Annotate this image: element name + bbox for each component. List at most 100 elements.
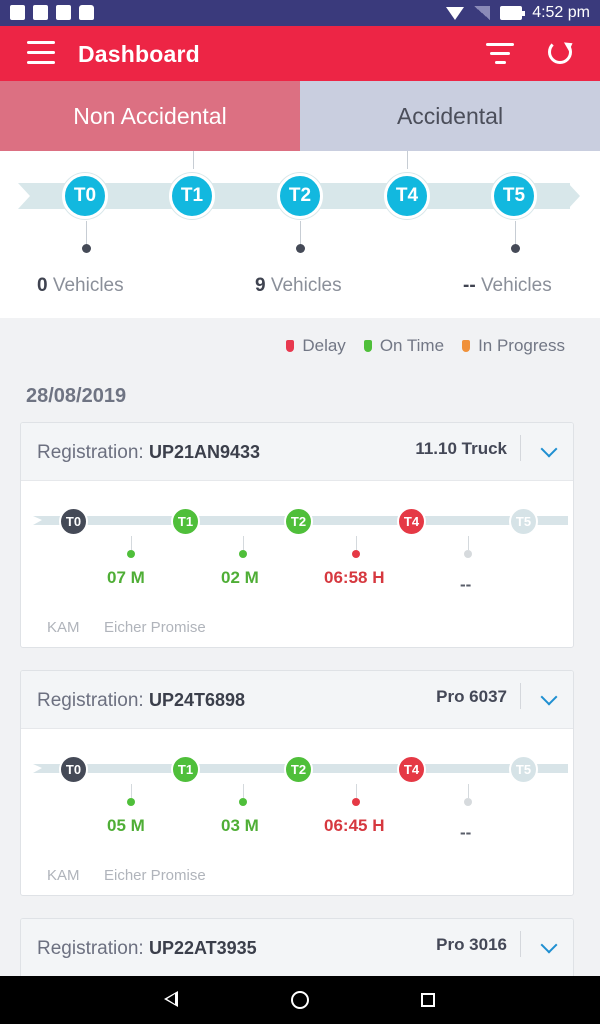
summary-node-t4[interactable]: T4 (384, 173, 430, 219)
registration: Registration: UP21AN9433 (37, 442, 260, 464)
summary-count-label: Vehicles (270, 275, 342, 296)
summary-pin (515, 221, 516, 245)
stage-dot (127, 550, 135, 558)
in-progress-marker-icon (462, 340, 471, 352)
summary-node-t0[interactable]: T0 (62, 173, 108, 219)
summary-count-t5: -- Vehicles (463, 275, 552, 297)
summary-count-value: 9 (255, 275, 266, 296)
wifi-icon (446, 6, 465, 20)
summary-node-t5[interactable]: T5 (491, 173, 537, 219)
vehicle-model: Pro 3016 (436, 935, 507, 954)
stage-pin (356, 536, 357, 550)
registration-number: UP22AT3935 (148, 938, 257, 958)
stage-node-t0: T0 (59, 507, 88, 536)
stage-node-t1: T1 (171, 507, 200, 536)
delay-marker-icon (286, 340, 295, 352)
header-divider (520, 435, 521, 461)
stage-pin (356, 784, 357, 798)
chevron-down-icon[interactable] (540, 688, 558, 706)
stage-duration: 02 M (221, 568, 259, 587)
stage-pin (243, 536, 244, 550)
summary-node-t1[interactable]: T1 (169, 173, 215, 219)
chevron-down-icon[interactable] (540, 440, 558, 458)
home-icon[interactable] (291, 991, 309, 1009)
on-time-marker-icon (363, 340, 372, 352)
stage-node-t1: T1 (171, 755, 200, 784)
stage-dot (464, 798, 472, 806)
filter-icon[interactable] (486, 43, 514, 65)
footer-eicher-promise: Eicher Promise (104, 619, 206, 636)
timeline-tick (193, 151, 194, 169)
registration: Registration: UP24T6898 (37, 690, 245, 712)
vehicle-card-header[interactable]: Registration: UP21AN9433 11.10 Truck (21, 423, 573, 481)
stage-duration: 07 M (107, 568, 145, 587)
status-bar: 4:52 pm (0, 0, 600, 26)
vehicle-card[interactable]: Registration: UP24T6898 Pro 6037 T0 T1 T… (20, 670, 574, 896)
registration-label: Registration: (37, 690, 144, 711)
stage-node-t0: T0 (59, 755, 88, 784)
stage-dot (127, 798, 135, 806)
stage-duration: 05 M (107, 816, 145, 835)
stage-duration: 03 M (221, 816, 259, 835)
tab-non-accidental[interactable]: Non Accidental (0, 81, 300, 151)
back-icon[interactable] (164, 991, 178, 1007)
stage-node-t4: T4 (397, 755, 426, 784)
legend-label: On Time (379, 336, 445, 355)
legend-item-in-progress: In Progress (462, 336, 565, 356)
vehicle-card-header[interactable]: Registration: UP24T6898 Pro 6037 (21, 671, 573, 729)
registration-label: Registration: (37, 442, 144, 463)
vehicle-model: Pro 6037 (436, 687, 507, 706)
stage-node-t5: T5 (509, 507, 538, 536)
refresh-icon[interactable] (548, 40, 572, 64)
footer-kam: KAM (47, 619, 80, 636)
timeline-band-tail (18, 183, 30, 209)
page-title: Dashboard (78, 41, 200, 67)
vehicle-card-header[interactable]: Registration: UP22AT3935 Pro 3016 (21, 919, 573, 977)
summary-count-t0: 0 Vehicles (37, 275, 124, 297)
stage-node-t4: T4 (397, 507, 426, 536)
summary-dot (511, 244, 520, 253)
summary-node-t2[interactable]: T2 (277, 173, 323, 219)
battery-charging-icon (500, 6, 526, 20)
stage-dot (464, 550, 472, 558)
stage-pin (468, 784, 469, 798)
alert-icon (33, 5, 48, 20)
stage-duration: -- (460, 575, 472, 594)
status-time: 4:52 pm (532, 4, 590, 21)
registration-number: UP21AN9433 (148, 442, 261, 462)
stage-pin (131, 536, 132, 550)
legend-label: In Progress (478, 336, 565, 355)
system-nav-bar (0, 976, 600, 1024)
chevron-down-icon[interactable] (540, 936, 558, 954)
stage-node-t5: T5 (509, 755, 538, 784)
tab-bar: Non Accidental Accidental (0, 81, 600, 151)
tab-accidental[interactable]: Accidental (300, 81, 600, 151)
vehicle-model: 11.10 Truck (415, 439, 507, 458)
timeline-tick (407, 151, 408, 169)
stage-dot (352, 798, 360, 806)
stage-node-t2: T2 (284, 507, 313, 536)
footer-eicher-promise: Eicher Promise (104, 867, 206, 884)
legend-label: Delay (302, 336, 346, 355)
summary-dot (296, 244, 305, 253)
registration-number: UP24T6898 (148, 690, 246, 710)
date-heading: 28/08/2019 (26, 385, 127, 407)
stage-pin (131, 784, 132, 798)
summary-pin (300, 221, 301, 245)
stage-duration: -- (460, 823, 472, 842)
footer-kam: KAM (47, 867, 80, 884)
summary-dot (82, 244, 91, 253)
stage-dot (239, 550, 247, 558)
legend-item-on-time: On Time (363, 336, 445, 356)
stage-pin (468, 536, 469, 550)
menu-icon[interactable] (27, 41, 55, 65)
summary-count-value: 0 (37, 275, 48, 296)
vehicle-card[interactable]: Registration: UP21AN9433 11.10 Truck T0 … (20, 422, 574, 648)
summary-count-label: Vehicles (480, 275, 552, 296)
summary-count-t2: 9 Vehicles (255, 275, 342, 297)
header-divider (520, 931, 521, 957)
stage-duration: 06:58 H (324, 568, 385, 587)
stage-dot (239, 798, 247, 806)
stage-pin (243, 784, 244, 798)
recent-apps-icon[interactable] (421, 993, 435, 1007)
